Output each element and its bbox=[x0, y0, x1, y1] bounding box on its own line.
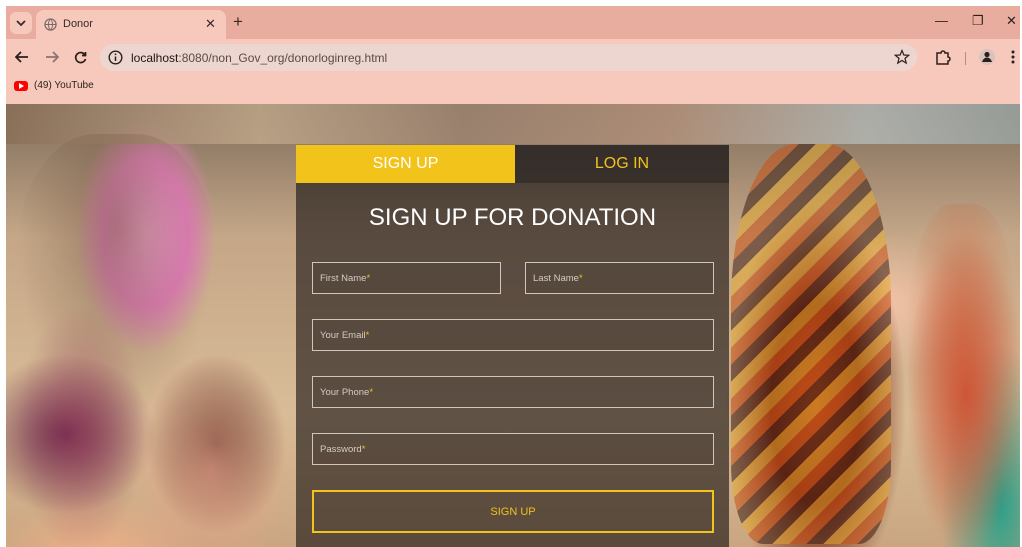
required-mark: * bbox=[366, 273, 371, 284]
star-icon[interactable] bbox=[894, 49, 910, 65]
page-viewport: SIGN UP LOG IN SIGN UP FOR DONATION Firs… bbox=[6, 104, 1020, 547]
bookmark-youtube[interactable]: (49) YouTube bbox=[14, 80, 94, 91]
tab-signup-label: SIGN UP bbox=[372, 155, 439, 172]
url-text[interactable]: localhost:8080/non_Gov_org/donorloginreg… bbox=[131, 51, 387, 65]
info-icon[interactable] bbox=[108, 50, 123, 65]
globe-icon bbox=[44, 18, 57, 31]
reload-icon bbox=[74, 51, 86, 63]
form-tabs: SIGN UP LOG IN bbox=[296, 145, 729, 183]
restore-button[interactable]: ❐ bbox=[972, 13, 984, 29]
first-name-label: First Name* bbox=[320, 273, 371, 284]
email-field[interactable]: Your Email* bbox=[312, 319, 714, 351]
phone-label: Your Phone* bbox=[320, 387, 374, 398]
form-title: SIGN UP FOR DONATION bbox=[368, 204, 657, 231]
close-icon[interactable]: ✕ bbox=[205, 16, 216, 32]
required-mark: * bbox=[369, 387, 374, 398]
puzzle-icon[interactable] bbox=[934, 48, 952, 66]
browser-toolbar: localhost:8080/non_Gov_org/donorloginreg… bbox=[6, 39, 1020, 76]
tab-signup[interactable]: SIGN UP bbox=[296, 145, 515, 183]
forward-button[interactable] bbox=[42, 47, 62, 67]
bookmark-label: (49) YouTube bbox=[34, 80, 94, 91]
phone-field[interactable]: Your Phone* bbox=[312, 376, 714, 408]
password-field[interactable]: Password* bbox=[312, 433, 714, 465]
password-label: Password* bbox=[320, 444, 366, 455]
tab-donor[interactable]: Donor ✕ bbox=[36, 10, 226, 39]
youtube-icon bbox=[14, 80, 28, 91]
email-label: Your Email* bbox=[320, 330, 370, 341]
reload-button[interactable] bbox=[70, 47, 90, 67]
arrow-left-icon bbox=[15, 51, 28, 63]
browser-window: Donor ✕ + — ❐ ✕ localhost:8080/non_Gov_o… bbox=[6, 6, 1020, 547]
first-name-field[interactable]: First Name* bbox=[312, 262, 501, 294]
profile-icon[interactable] bbox=[978, 48, 996, 66]
last-name-field[interactable]: Last Name* bbox=[525, 262, 714, 294]
signup-panel: SIGN UP LOG IN SIGN UP FOR DONATION Firs… bbox=[296, 145, 729, 547]
toolbar-divider bbox=[965, 52, 966, 65]
required-mark: * bbox=[361, 444, 366, 455]
url-path: :8080/non_Gov_org/donorloginreg.html bbox=[178, 51, 388, 65]
url-host: localhost bbox=[131, 51, 179, 65]
address-bar[interactable]: localhost:8080/non_Gov_org/donorloginreg… bbox=[100, 44, 917, 71]
background-figure bbox=[126, 344, 296, 547]
tab-title: Donor bbox=[63, 18, 93, 30]
submit-label: SIGN UP bbox=[490, 505, 536, 518]
chevron-down-icon bbox=[16, 19, 26, 26]
kebab-menu-icon[interactable] bbox=[1006, 49, 1020, 65]
tab-list-button[interactable] bbox=[10, 12, 32, 34]
back-button[interactable] bbox=[12, 47, 32, 67]
bookmarks-bar: (49) YouTube bbox=[6, 76, 1020, 100]
signup-submit-button[interactable]: SIGN UP bbox=[312, 490, 714, 533]
background-figure bbox=[731, 144, 891, 544]
new-tab-button[interactable]: + bbox=[233, 12, 243, 32]
background-figure bbox=[906, 204, 1020, 544]
arrow-right-icon bbox=[46, 51, 59, 63]
minimize-button[interactable]: — bbox=[935, 13, 948, 28]
tab-strip: Donor ✕ + — ❐ ✕ bbox=[6, 6, 1020, 39]
required-mark: * bbox=[365, 330, 370, 341]
window-close-button[interactable]: ✕ bbox=[1006, 13, 1017, 29]
last-name-label: Last Name* bbox=[533, 273, 583, 284]
tab-login[interactable]: LOG IN bbox=[515, 145, 729, 183]
required-mark: * bbox=[578, 273, 583, 284]
tab-login-label: LOG IN bbox=[594, 155, 650, 172]
